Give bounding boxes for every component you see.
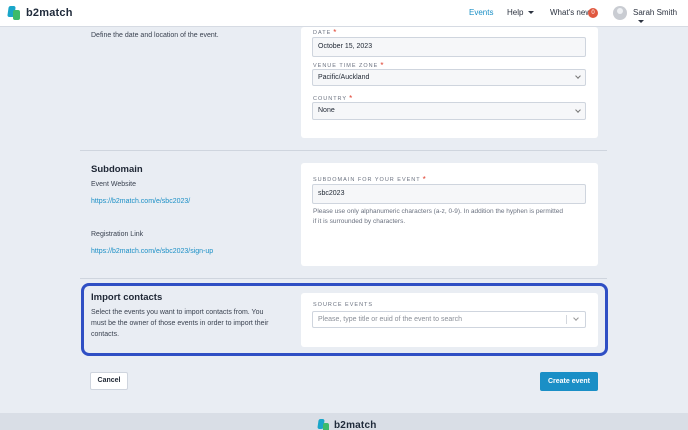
user-menu[interactable]: Sarah Smith: [633, 8, 688, 26]
import-contacts-title: Import contacts: [91, 292, 163, 303]
section-divider: [80, 278, 607, 279]
import-contacts-desc-2: must be the owner of those events in ord…: [91, 320, 269, 327]
user-name: Sarah Smith: [633, 8, 678, 17]
top-navbar: b2match Events Help What's new 0 Sarah S…: [0, 0, 688, 27]
subdomain-help-text-1: Please use only alphanumeric characters …: [313, 208, 564, 215]
date-input[interactable]: October 15, 2023: [312, 37, 586, 57]
country-value: None: [318, 107, 335, 114]
import-contacts-desc-3: contacts.: [91, 331, 120, 338]
source-events-placeholder: Please, type title or euid of the event …: [318, 316, 462, 323]
chevron-down-icon: [575, 73, 581, 79]
timezone-select[interactable]: Pacific/Auckland: [312, 69, 586, 86]
timezone-value: Pacific/Auckland: [318, 74, 370, 81]
section-divider: [80, 150, 607, 151]
brand-logo[interactable]: b2match: [7, 6, 73, 20]
subdomain-panel: SUBDOMAIN FOR YOUR EVENT * sbc2023 Please…: [301, 163, 598, 266]
event-website-label: Event Website: [91, 181, 137, 188]
import-contacts-desc-1: Select the events you want to import con…: [91, 309, 264, 316]
subdomain-title: Subdomain: [91, 164, 143, 175]
date-label: DATE *: [313, 28, 337, 37]
create-event-button[interactable]: Create event: [540, 372, 598, 391]
b2match-logo-icon: [7, 6, 22, 20]
brand-name: b2match: [26, 7, 73, 19]
date-location-panel: DATE * October 15, 2023 VENUE TIME ZONE * …: [301, 27, 598, 138]
footer: b2match: [0, 413, 688, 430]
source-events-label: SOURCE EVENTS: [313, 302, 374, 308]
footer-logo: b2match: [317, 419, 377, 430]
source-events-search[interactable]: Please, type title or euid of the event …: [312, 311, 586, 328]
subdomain-field-label: SUBDOMAIN FOR YOUR EVENT *: [313, 175, 426, 184]
footer-brand-name: b2match: [334, 419, 377, 430]
subdomain-help-text-2: if it is surrounded by characters.: [313, 218, 406, 225]
chevron-down-icon: [528, 11, 535, 15]
cancel-button[interactable]: Cancel: [90, 372, 128, 390]
registration-link[interactable]: https://b2match.com/e/sbc2023/sign-up: [91, 248, 213, 255]
country-select[interactable]: None: [312, 102, 586, 120]
chevron-down-icon[interactable]: [573, 315, 579, 321]
nav-help-menu[interactable]: Help: [507, 8, 535, 17]
chevron-down-icon: [638, 20, 644, 24]
b2match-logo-icon: [317, 419, 330, 430]
registration-link-label: Registration Link: [91, 231, 144, 238]
nav-help-label: Help: [507, 8, 524, 17]
chevron-down-icon: [575, 107, 581, 113]
notification-badge: 0: [588, 8, 598, 18]
select-separator: [566, 315, 567, 324]
subdomain-input[interactable]: sbc2023: [312, 184, 586, 204]
nav-events-link[interactable]: Events: [469, 8, 493, 17]
user-avatar[interactable]: [613, 6, 627, 20]
nav-whats-new[interactable]: What's new: [550, 8, 591, 17]
event-website-link[interactable]: https://b2match.com/e/sbc2023/: [91, 198, 190, 205]
date-location-description: Define the date and location of the even…: [91, 32, 219, 39]
